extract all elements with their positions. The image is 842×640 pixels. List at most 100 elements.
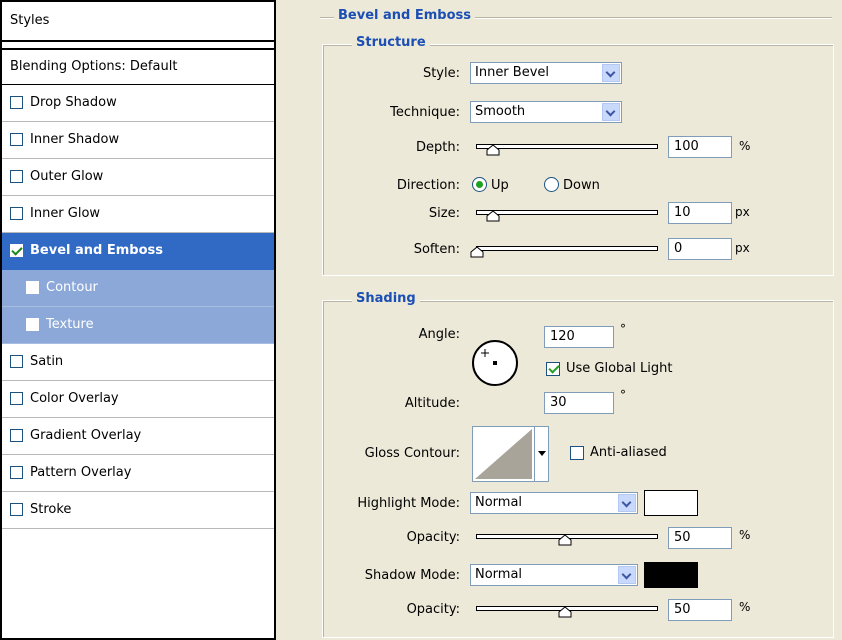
style-item-label: Texture [46, 317, 94, 332]
inner-shadow-checkbox[interactable] [10, 133, 23, 146]
shadow-opacity-input[interactable]: 50 [668, 599, 732, 621]
color-overlay-checkbox[interactable] [10, 392, 23, 405]
style-item-gradient-overlay[interactable]: Gradient Overlay [2, 418, 274, 455]
style-select-value: Inner Bevel [475, 65, 550, 80]
inner-glow-checkbox[interactable] [10, 207, 23, 220]
gradient-overlay-checkbox[interactable] [10, 429, 23, 442]
style-item-label: Satin [30, 354, 64, 369]
style-item-drop-shadow[interactable]: Drop Shadow [2, 85, 274, 122]
shadow-opacity-slider-thumb[interactable] [558, 607, 572, 618]
style-item-outer-glow[interactable]: Outer Glow [2, 159, 274, 196]
size-label: Size: [428, 206, 460, 221]
soften-unit: px [735, 241, 750, 255]
shading-group [322, 300, 834, 638]
soften-label: Soften: [413, 242, 460, 257]
anti-aliased-checkbox[interactable] [570, 446, 584, 460]
size-slider-track[interactable] [476, 210, 658, 215]
pattern-overlay-checkbox[interactable] [10, 466, 23, 479]
size-input[interactable]: 10 [668, 202, 732, 224]
size-unit: px [735, 205, 750, 219]
shadow-mode-value: Normal [475, 567, 523, 582]
direction-up-radio[interactable] [472, 177, 487, 192]
chevron-down-icon[interactable] [602, 64, 620, 82]
highlight-color-swatch[interactable] [644, 490, 698, 516]
depth-unit: % [739, 139, 751, 153]
style-item-label: Contour [46, 280, 98, 295]
highlight-opacity-input[interactable]: 50 [668, 527, 732, 549]
style-label: Style: [422, 66, 460, 81]
size-slider-thumb[interactable] [486, 211, 500, 222]
soften-input[interactable]: 0 [668, 238, 732, 260]
bevel-and-emboss-checkbox[interactable] [10, 244, 23, 257]
stroke-checkbox[interactable] [10, 503, 23, 516]
styles-header[interactable]: Styles [2, 2, 274, 42]
style-item-label: Inner Shadow [30, 132, 120, 147]
style-item-bevel-and-emboss[interactable]: Bevel and Emboss [2, 233, 274, 270]
chevron-down-icon[interactable] [602, 103, 620, 121]
highlight-opacity-slider-thumb[interactable] [558, 535, 572, 546]
style-item-label: Stroke [30, 502, 72, 517]
outer-glow-checkbox[interactable] [10, 170, 23, 183]
style-item-inner-glow[interactable]: Inner Glow [2, 196, 274, 233]
style-item-contour[interactable]: Contour [2, 270, 274, 307]
angle-dial[interactable] [470, 338, 520, 388]
chevron-down-icon[interactable] [618, 566, 636, 584]
style-item-label: Gradient Overlay [30, 428, 142, 443]
blending-options-item[interactable]: Blending Options: Default [2, 48, 274, 85]
styles-list-panel: Styles Blending Options: Default Drop Sh… [0, 0, 276, 640]
style-item-pattern-overlay[interactable]: Pattern Overlay [2, 455, 274, 492]
style-item-label: Color Overlay [30, 391, 119, 406]
shadow-opacity-unit: % [739, 600, 751, 614]
highlight-mode-label: Highlight Mode: [357, 496, 460, 511]
direction-label: Direction: [396, 178, 460, 193]
direction-down-radio[interactable] [544, 177, 559, 192]
style-item-label: Outer Glow [30, 169, 104, 184]
highlight-opacity-unit: % [739, 528, 751, 542]
highlight-mode-value: Normal [475, 495, 523, 510]
direction-up-label: Up [491, 178, 509, 193]
style-item-label: Pattern Overlay [30, 465, 132, 480]
style-item-label: Drop Shadow [30, 95, 117, 110]
highlight-opacity-label: Opacity: [406, 530, 460, 545]
chevron-down-icon[interactable] [618, 494, 636, 512]
drop-shadow-checkbox[interactable] [10, 96, 23, 109]
direction-down-label: Down [563, 178, 600, 193]
angle-degree-unit: ° [620, 322, 626, 336]
soften-slider-track[interactable] [476, 246, 658, 251]
panel-divider [276, 0, 302, 640]
style-item-label: Bevel and Emboss [30, 243, 163, 258]
altitude-input[interactable]: 30 [544, 392, 614, 414]
shadow-mode-select[interactable]: Normal [470, 564, 638, 586]
satin-checkbox[interactable] [10, 355, 23, 368]
gloss-contour-picker[interactable] [472, 426, 550, 482]
texture-checkbox[interactable] [26, 318, 39, 331]
shadow-color-swatch[interactable] [644, 562, 698, 588]
bevel-and-emboss-title: Bevel and Emboss [334, 8, 475, 23]
style-item-color-overlay[interactable]: Color Overlay [2, 381, 274, 418]
depth-slider-track[interactable] [476, 144, 658, 149]
angle-input[interactable]: 120 [544, 326, 614, 348]
style-item-satin[interactable]: Satin [2, 344, 274, 381]
technique-select-value: Smooth [475, 104, 526, 119]
use-global-light-label: Use Global Light [566, 361, 673, 376]
style-item-stroke[interactable]: Stroke [2, 492, 274, 529]
depth-label: Depth: [416, 140, 460, 155]
style-item-inner-shadow[interactable]: Inner Shadow [2, 122, 274, 159]
soften-slider-thumb[interactable] [470, 247, 484, 258]
anti-aliased-label: Anti-aliased [590, 445, 667, 460]
use-global-light-checkbox[interactable] [546, 362, 560, 376]
highlight-mode-select[interactable]: Normal [470, 492, 638, 514]
altitude-degree-unit: ° [620, 388, 626, 402]
gloss-contour-label: Gloss Contour: [364, 446, 460, 461]
style-item-texture[interactable]: Texture [2, 307, 274, 344]
altitude-label: Altitude: [404, 396, 460, 411]
depth-input[interactable]: 100 [668, 136, 732, 158]
shading-title: Shading [352, 291, 420, 306]
bevel-options-panel: Bevel and Emboss Structure Style: Inner … [276, 0, 842, 640]
depth-slider-thumb[interactable] [486, 145, 500, 156]
structure-title: Structure [352, 35, 430, 50]
technique-select[interactable]: Smooth [470, 101, 622, 123]
shadow-opacity-label: Opacity: [406, 602, 460, 617]
contour-checkbox[interactable] [26, 281, 39, 294]
style-select[interactable]: Inner Bevel [470, 62, 622, 84]
